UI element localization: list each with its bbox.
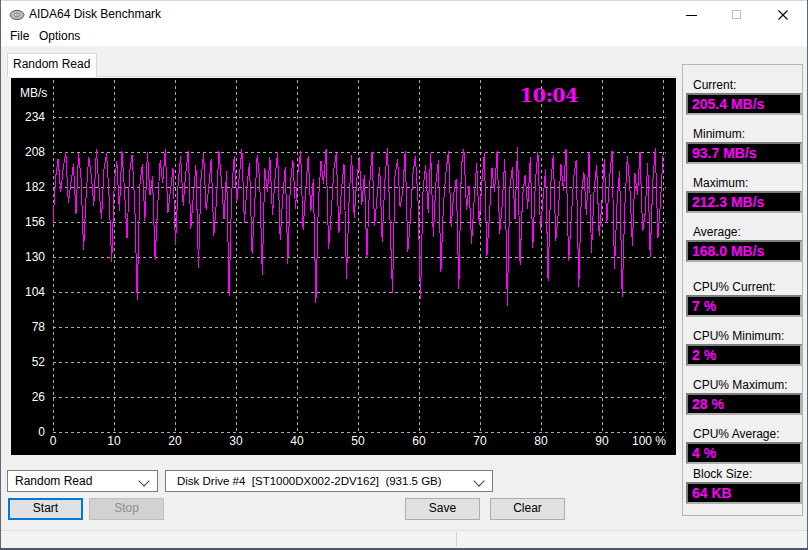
x-axis-label: 60 <box>412 434 426 448</box>
stat-value-box: 205.4 MB/s <box>686 93 802 115</box>
y-axis-label: 0 <box>38 425 45 439</box>
stat-value: 4 % <box>692 445 800 461</box>
benchmark-chart-area: 234 208 182 156 130 104 78 52 26 0 MB/s 0 10 20 30 40 50… <box>11 78 676 455</box>
stat-value: 7 % <box>692 298 800 314</box>
y-axis-label: 234 <box>25 110 45 124</box>
stat-value: 28 % <box>692 396 800 412</box>
stat-value-box: 2 % <box>686 344 802 366</box>
aida64-disk-benchmark-window: AIDA64 Disk Benchmark File Options Rando… <box>0 0 808 550</box>
tab-random-read[interactable]: Random Read <box>7 53 97 77</box>
status-bar <box>1 531 807 548</box>
stat-value-box: 4 % <box>686 442 802 464</box>
y-axis-label: 130 <box>25 250 45 264</box>
save-button[interactable]: Save <box>405 498 480 520</box>
chevron-down-icon <box>138 475 149 486</box>
x-axis-label: 70 <box>473 434 487 448</box>
stat-value-box: 212.3 MB/s <box>686 191 802 213</box>
stat-value-box: 93.7 MB/s <box>686 142 802 164</box>
stat-label: CPU% Average: <box>693 427 780 441</box>
tab-strip-line <box>7 76 676 77</box>
y-axis-unit-label: MB/s <box>20 86 47 100</box>
y-axis-label: 52 <box>32 355 46 369</box>
benchmark-chart: 234 208 182 156 130 104 78 52 26 0 MB/s 0 10 20 30 40 50… <box>11 78 676 455</box>
stat-label: Average: <box>693 225 741 239</box>
stat-value: 212.3 MB/s <box>692 194 800 210</box>
x-axis-label: 0 <box>50 434 57 448</box>
stat-label: CPU% Maximum: <box>693 378 788 392</box>
window-border-top <box>0 0 808 1</box>
window-border-left <box>0 0 1 550</box>
menu-file[interactable]: File <box>10 28 29 46</box>
stat-value: 93.7 MB/s <box>692 145 800 161</box>
stat-value: 168.0 MB/s <box>692 243 800 259</box>
stat-value-box: 64 KB <box>686 482 802 504</box>
maximize-icon <box>732 10 741 19</box>
x-axis-label: 80 <box>534 434 548 448</box>
x-axis-label: 30 <box>229 434 243 448</box>
y-axis-label: 78 <box>32 320 46 334</box>
stat-value: 2 % <box>692 347 800 363</box>
x-axis-label: 40 <box>290 434 304 448</box>
x-axis-label: 50 <box>351 434 365 448</box>
x-axis-label: 100 % <box>632 434 666 448</box>
menu-bar: File Options <box>1 28 807 46</box>
benchmark-type-select[interactable]: Random Read <box>7 470 158 492</box>
x-axis-label: 90 <box>595 434 609 448</box>
title-bar: AIDA64 Disk Benchmark <box>1 1 807 28</box>
stat-label: CPU% Minimum: <box>693 329 784 343</box>
drive-select[interactable]: Disk Drive #4 [ST1000DX002-2DV162] (931.… <box>165 470 493 492</box>
stat-value-box: 7 % <box>686 295 802 317</box>
start-button[interactable]: Start <box>8 498 83 520</box>
menu-options[interactable]: Options <box>39 28 80 46</box>
stat-value: 205.4 MB/s <box>692 96 800 112</box>
close-icon <box>778 10 788 20</box>
y-axis-label: 156 <box>25 215 45 229</box>
stat-value-box: 168.0 MB/s <box>686 240 802 262</box>
chevron-down-icon <box>473 475 484 486</box>
status-bar-separator <box>456 532 457 547</box>
stat-label: Current: <box>693 78 736 92</box>
x-axis-label: 10 <box>107 434 121 448</box>
stat-value: 64 KB <box>692 485 800 501</box>
app-disk-icon <box>9 7 25 23</box>
stat-label: Minimum: <box>693 127 745 141</box>
maximize-button[interactable] <box>714 1 759 28</box>
stat-label: CPU% Current: <box>693 280 776 294</box>
y-axis-label: 104 <box>25 285 45 299</box>
y-axis-label: 182 <box>25 180 45 194</box>
stat-label: Maximum: <box>693 176 748 190</box>
stat-value-box: 28 % <box>686 393 802 415</box>
close-button[interactable] <box>759 1 807 28</box>
x-axis-label: 20 <box>168 434 182 448</box>
clear-button[interactable]: Clear <box>490 498 565 520</box>
y-axis-label: 208 <box>25 145 45 159</box>
y-axis-label: 26 <box>32 390 46 404</box>
elapsed-timer: 10:04 <box>520 84 578 106</box>
stats-panel: Current: 205.4 MB/s Minimum: 93.7 MB/s Maxim… <box>682 64 803 516</box>
minimize-icon <box>686 15 697 16</box>
window-title: AIDA64 Disk Benchmark <box>29 1 161 28</box>
stat-label: Block Size: <box>693 467 752 481</box>
minimize-button[interactable] <box>669 1 714 28</box>
stop-button[interactable]: Stop <box>89 498 164 520</box>
